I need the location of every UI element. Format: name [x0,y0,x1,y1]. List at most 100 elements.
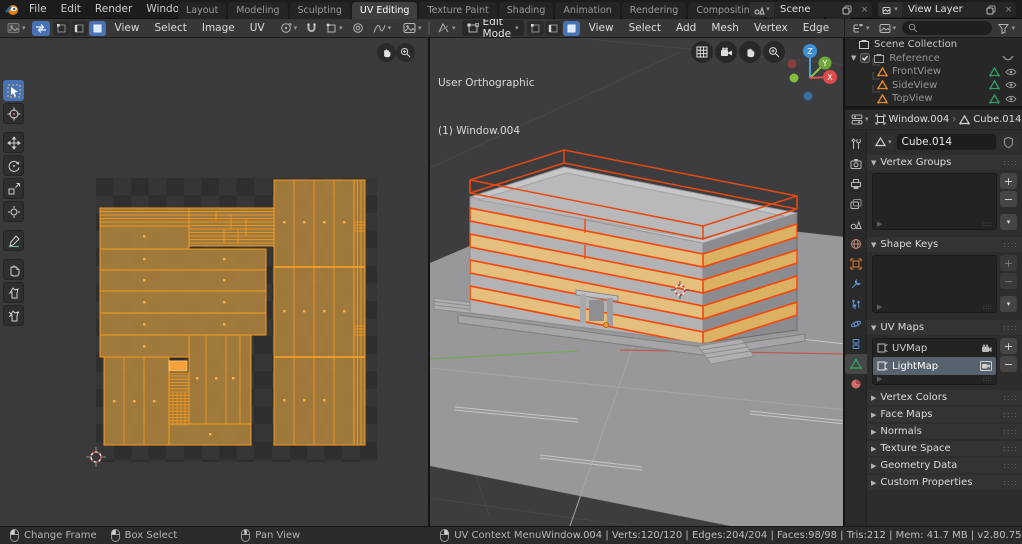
view-layer-icon[interactable]: ▾ [878,2,902,17]
vertex-group-specials-button[interactable]: ▾ [1000,214,1017,230]
panel-header-texture-space[interactable]: ▶Texture Space:::: [867,441,1022,456]
uv-map-add-button[interactable]: + [1000,338,1017,354]
mesh-name-input[interactable]: Cube.014 [897,134,996,150]
outliner-row-scene-collection[interactable]: Scene Collection [845,38,1022,52]
outliner-search-input[interactable] [902,21,992,35]
uv-map-row-uvmap[interactable]: UVMap [873,339,996,357]
browse-mesh-dropdown[interactable]: ▾ [872,134,895,150]
vp-menu-add[interactable]: Add [670,22,702,34]
uv-select-edge-button[interactable] [71,21,88,36]
render-camera-icon[interactable] [980,361,992,371]
vertex-group-add-button[interactable]: + [1000,173,1017,189]
viewport-3d[interactable]: User Orthographic (1) Window.004 Z Y X [430,38,845,526]
workspace-tab-sculpting[interactable]: Sculpting [290,2,350,19]
uv-menu-image[interactable]: Image [196,22,241,34]
toggle-perspective-button[interactable] [691,41,713,63]
viewport-editor-type-dropdown[interactable]: ▾ [434,21,459,36]
tab-material[interactable] [845,374,867,394]
uv-zoom-button[interactable] [396,43,415,62]
tab-view-layer[interactable] [845,194,867,214]
tab-object-data[interactable] [845,354,867,374]
tool-move[interactable] [3,132,24,153]
toggle-camera-view-button[interactable] [715,41,737,63]
vp-menu-face[interactable]: Face [838,22,845,34]
uv-select-face-button[interactable] [89,21,106,36]
uv-editor-canvas[interactable] [0,38,430,526]
vp-menu-select[interactable]: Select [623,22,667,34]
tab-render[interactable] [845,154,867,174]
outliner-filter-type-dropdown[interactable]: ▾ [876,21,900,36]
workspace-tab-texture-paint[interactable]: Texture Paint [419,2,496,19]
tool-cursor[interactable] [3,103,24,124]
tab-scene[interactable] [845,214,867,234]
expand-icon[interactable]: ▼ [851,54,856,62]
tab-modifiers[interactable] [845,274,867,294]
tool-annotate[interactable] [3,230,24,251]
workspace-tab-layout[interactable]: Layout [178,2,226,19]
browse-image-dropdown[interactable]: ▾ [400,21,425,36]
outliner-display-mode-dropdown[interactable]: ▾ [849,21,873,36]
render-camera-icon[interactable] [981,344,992,353]
panel-header-shape-keys[interactable]: ▼Shape Keys:::: [867,237,1022,252]
uv-menu-uv[interactable]: UV [244,22,271,34]
proportional-falloff-dropdown[interactable]: ▾ [370,21,395,36]
proportional-editing-toggle[interactable] [349,21,367,36]
face-select-button[interactable] [563,21,580,36]
vertex-groups-list[interactable]: ▶:::: [872,173,997,230]
menu-file[interactable]: File [22,0,54,19]
tab-object[interactable] [845,254,867,274]
panel-header-vertex-colors[interactable]: ▶Vertex Colors:::: [867,390,1022,405]
panel-header-vertex-groups[interactable]: ▼Vertex Groups:::: [867,155,1022,170]
uv-map-remove-button[interactable]: − [1000,356,1017,372]
blender-logo-icon[interactable] [5,3,19,16]
scene-icon[interactable]: ▾ [750,2,774,17]
tool-grab[interactable] [3,259,24,280]
workspace-tab-animation[interactable]: Animation [555,2,619,19]
view-layer-name[interactable]: View Layer [902,4,986,15]
navigation-gizmo[interactable]: Z Y X [780,42,842,102]
uv-menu-view[interactable]: View [109,22,146,34]
vp-menu-vertex[interactable]: Vertex [748,22,794,34]
panel-header-custom-properties[interactable]: ▶Custom Properties:::: [867,475,1022,490]
scene-selector[interactable]: ▾ Scene × [750,2,872,17]
tool-pinch[interactable] [3,305,24,326]
properties-editor-type-dropdown[interactable]: ▾ [848,112,872,127]
panel-header-geometry-data[interactable]: ▶Geometry Data:::: [867,458,1022,473]
scene-name[interactable]: Scene [774,4,842,15]
uv-editor-type-dropdown[interactable]: ▾ [4,21,29,36]
new-scene-icon[interactable] [842,5,857,15]
uv-pan-button[interactable] [377,43,396,62]
tab-output[interactable] [845,174,867,194]
vertex-group-remove-button[interactable]: − [1000,191,1017,207]
tool-scale[interactable] [3,178,24,199]
workspace-tab-modeling[interactable]: Modeling [228,2,287,19]
tool-relax[interactable] [3,282,24,303]
tab-tool[interactable] [845,134,867,154]
vp-menu-view[interactable]: View [583,22,620,34]
uv-image-area[interactable] [96,178,377,462]
eye-icon[interactable] [1002,81,1020,89]
hide-collection-toggle[interactable] [1002,54,1014,62]
remove-view-layer-icon[interactable]: × [1001,5,1016,15]
unlink-scene-icon[interactable]: × [857,5,872,15]
pan-view-button[interactable] [739,41,761,63]
uv-map-row-lightmap[interactable]: LightMap [873,357,996,375]
tool-transform[interactable] [3,201,24,222]
shape-key-remove-button[interactable]: − [1000,273,1017,289]
uv-sync-selection-toggle[interactable] [32,21,50,36]
pivot-point-dropdown[interactable]: ▾ [277,21,301,36]
shape-key-specials-button[interactable]: ▾ [1000,296,1017,312]
tab-physics[interactable] [845,314,867,334]
breadcrumb-data-name[interactable]: Cube.014 [973,114,1021,125]
panel-header-normals[interactable]: ▶Normals:::: [867,424,1022,439]
tool-rotate[interactable] [3,155,24,176]
menu-edit[interactable]: Edit [54,0,88,19]
eye-icon[interactable] [1002,95,1020,103]
panel-header-face-maps[interactable]: ▶Face Maps:::: [867,407,1022,422]
mode-dropdown[interactable]: Edit Mode▾ [462,20,524,36]
view-layer-selector[interactable]: ▾ View Layer × [878,2,1016,17]
uv-menu-select[interactable]: Select [148,22,192,34]
vp-menu-edge[interactable]: Edge [797,22,835,34]
edge-select-button[interactable] [545,21,562,36]
workspace-tab-rendering[interactable]: Rendering [622,2,687,19]
